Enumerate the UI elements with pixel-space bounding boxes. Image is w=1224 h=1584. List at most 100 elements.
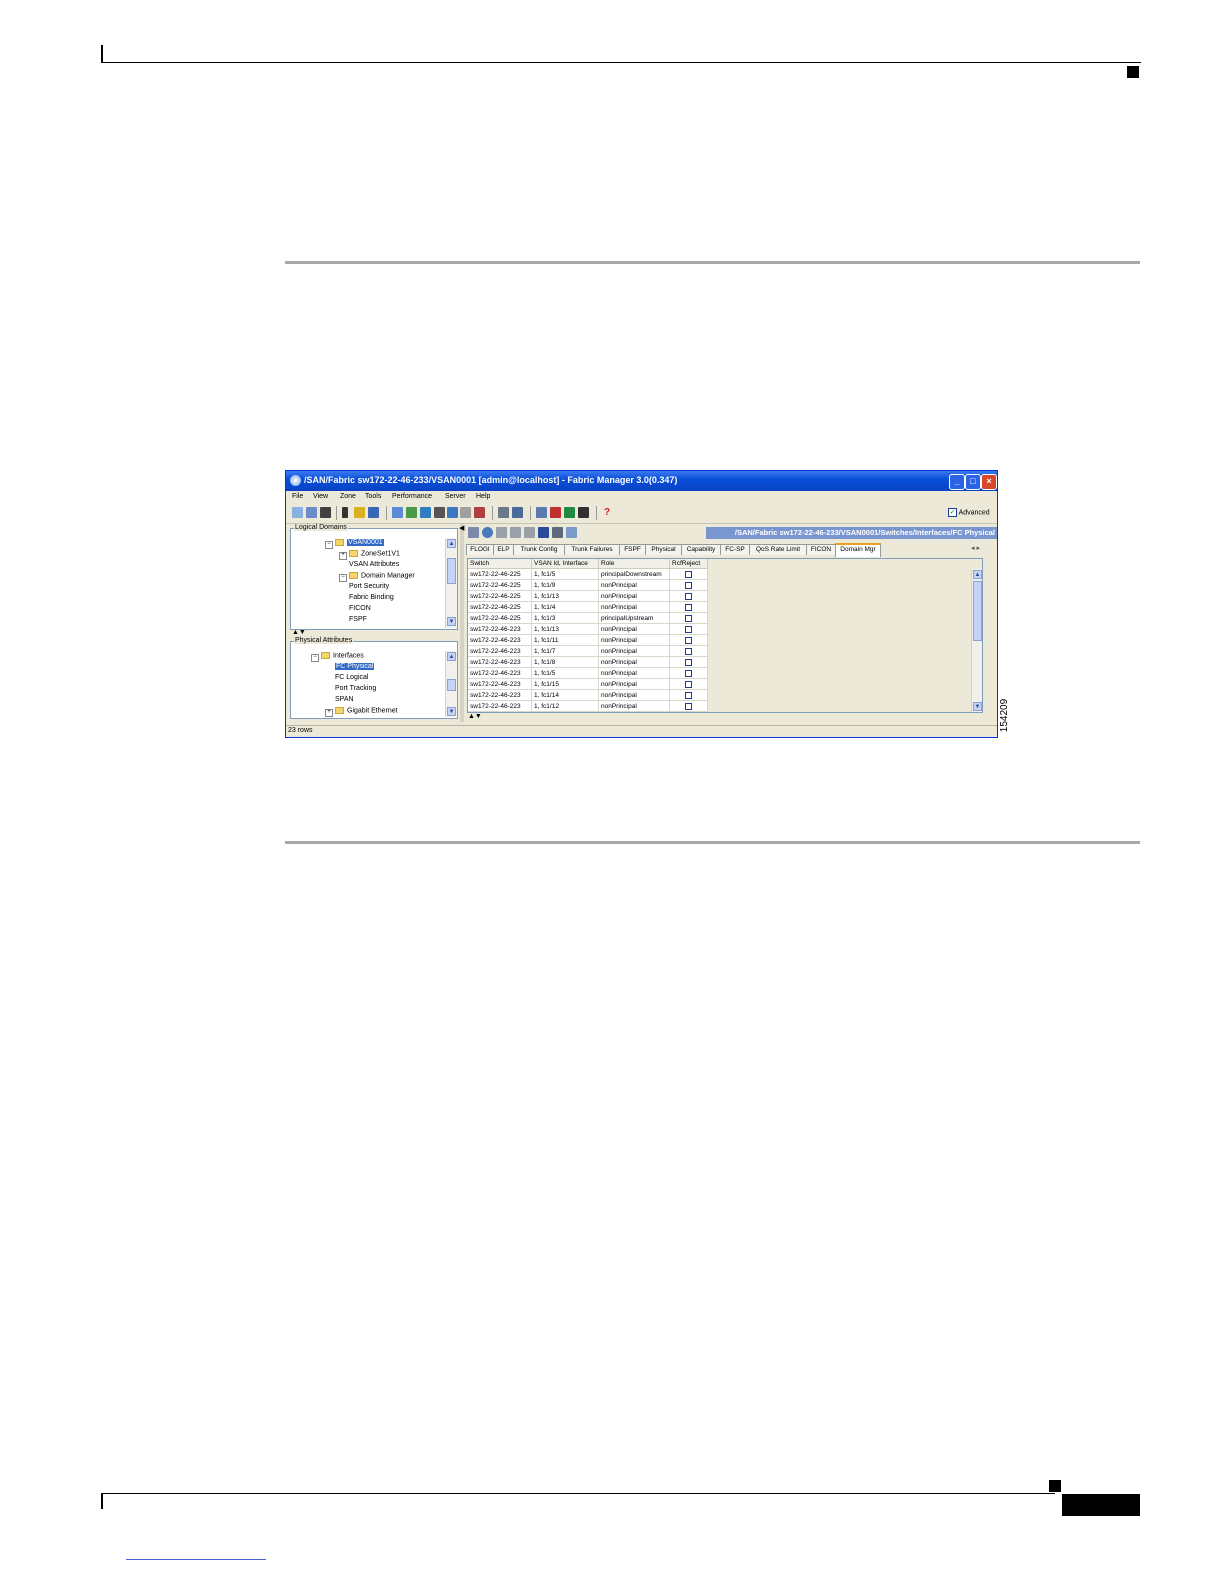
tree-item-vsan0001[interactable]: VSAN0001 — [335, 539, 384, 547]
cell-switch[interactable]: sw172-22-46-225 — [468, 580, 532, 591]
info-icon[interactable] — [434, 507, 445, 518]
table-row[interactable]: sw172-22-46-223 1, fc1/14 nonPrincipal — [468, 690, 708, 701]
scroll-thumb[interactable] — [973, 581, 982, 641]
scroll-down-icon[interactable]: ▼ — [447, 617, 456, 626]
cell-switch[interactable]: sw172-22-46-223 — [468, 635, 532, 646]
rcfreject-checkbox[interactable] — [685, 703, 692, 710]
cell-vsan-interface[interactable]: 1, fc1/11 — [532, 635, 599, 646]
rcfreject-checkbox[interactable] — [685, 582, 692, 589]
scroll-up-icon[interactable]: ▲ — [973, 570, 982, 579]
rcfreject-checkbox[interactable] — [685, 593, 692, 600]
tree-item-vsan-attributes[interactable]: VSAN Attributes — [349, 561, 399, 568]
column-header-rcfreject[interactable]: RcfReject — [670, 559, 708, 569]
cell-switch[interactable]: sw172-22-46-223 — [468, 690, 532, 701]
cell-switch[interactable]: sw172-22-46-223 — [468, 646, 532, 657]
rcfreject-checkbox[interactable] — [685, 659, 692, 666]
tab-trunk-config[interactable]: Trunk Config — [513, 544, 565, 555]
rcfreject-checkbox[interactable] — [685, 615, 692, 622]
chart-icon[interactable] — [460, 507, 471, 518]
tab-fspf[interactable]: FSPF — [619, 544, 646, 555]
cell-switch[interactable]: sw172-22-46-223 — [468, 624, 532, 635]
tab-capability[interactable]: Capability — [681, 544, 721, 555]
table-row[interactable]: sw172-22-46-223 1, fc1/13 nonPrincipal — [468, 624, 708, 635]
discover-icon[interactable] — [306, 507, 317, 518]
column-header-switch[interactable]: Switch — [468, 559, 532, 569]
copy-icon[interactable] — [496, 527, 507, 538]
column-header-role[interactable]: Role — [599, 559, 670, 569]
table-row[interactable]: sw172-22-46-225 1, fc1/4 nonPrincipal — [468, 602, 708, 613]
cell-vsan-interface[interactable]: 1, fc1/15 — [532, 679, 599, 690]
table-row[interactable]: sw172-22-46-223 1, fc1/8 nonPrincipal — [468, 657, 708, 668]
cell-vsan-interface[interactable]: 1, fc1/5 — [532, 569, 599, 580]
tree-item-fc-physical[interactable]: FC Physical — [335, 663, 375, 670]
zone-icon[interactable] — [406, 507, 417, 518]
tree-item-fc-logical[interactable]: FC Logical — [335, 674, 368, 681]
table-row[interactable]: sw172-22-46-223 1, fc1/12 nonPrincipal — [468, 701, 708, 712]
tab-domain-mgr[interactable]: Domain Mgr — [835, 543, 881, 557]
rcfreject-checkbox[interactable] — [685, 648, 692, 655]
menu-performance[interactable]: Performance — [392, 493, 432, 500]
table-row[interactable]: sw172-22-46-225 1, fc1/3 principalUpstream — [468, 613, 708, 624]
tab-trunk-failures[interactable]: Trunk Failures — [564, 544, 620, 555]
collapse-arrow-icon[interactable]: ◀ — [459, 524, 464, 532]
cell-vsan-interface[interactable]: 1, fc1/13 — [532, 591, 599, 602]
tab-elp[interactable]: ELP — [493, 544, 514, 555]
topology-icon[interactable] — [498, 507, 509, 518]
menu-view[interactable]: View — [313, 493, 328, 500]
cell-role[interactable]: principalDownstream — [599, 569, 670, 580]
scroll-down-icon[interactable]: ▼ — [447, 707, 456, 716]
cell-vsan-interface[interactable]: 1, fc1/8 — [532, 657, 599, 668]
panel-splitter[interactable] — [460, 524, 464, 722]
physical-attributes-scrollbar[interactable]: ▲ ▼ — [445, 651, 457, 717]
network-icon[interactable] — [392, 507, 403, 518]
terminal-icon[interactable] — [578, 507, 589, 518]
binoculars-icon[interactable] — [320, 507, 331, 518]
graph-icon[interactable] — [564, 507, 575, 518]
tree-item-domain-manager[interactable]: Domain Manager — [349, 572, 415, 579]
cell-role[interactable]: nonPrincipal — [599, 690, 670, 701]
tree-item-zoneset[interactable]: ZoneSet1V1 — [349, 550, 400, 557]
table-splitter-arrows-icon[interactable]: ▲▼ — [468, 713, 482, 720]
tab-scroll-icon[interactable]: ◂ ▸ — [971, 544, 980, 552]
save-icon[interactable] — [538, 527, 549, 538]
table-row[interactable]: sw172-22-46-223 1, fc1/15 nonPrincipal — [468, 679, 708, 690]
cell-vsan-interface[interactable]: 1, fc1/14 — [532, 690, 599, 701]
splitter-arrows-icon[interactable]: ▲▼ — [292, 629, 306, 636]
footer-link-underline[interactable] — [126, 1559, 266, 1560]
rcfreject-checkbox[interactable] — [685, 681, 692, 688]
cell-role[interactable]: nonPrincipal — [599, 635, 670, 646]
maximize-button[interactable]: □ — [965, 474, 981, 490]
cell-role[interactable]: nonPrincipal — [599, 668, 670, 679]
menu-tools[interactable]: Tools — [365, 493, 381, 500]
logical-domains-scrollbar[interactable]: ▲ ▼ — [445, 538, 457, 628]
tree-item-fabric-binding[interactable]: Fabric Binding — [349, 594, 394, 601]
tab-physical[interactable]: Physical — [645, 544, 682, 555]
cell-role[interactable]: nonPrincipal — [599, 646, 670, 657]
print-icon[interactable] — [552, 527, 563, 538]
help-icon[interactable]: ? — [604, 507, 615, 518]
cell-vsan-interface[interactable]: 1, fc1/7 — [532, 646, 599, 657]
table-row[interactable]: sw172-22-46-223 1, fc1/7 nonPrincipal — [468, 646, 708, 657]
cell-role[interactable]: nonPrincipal — [599, 591, 670, 602]
tree-item-port-security[interactable]: Port Security — [349, 583, 389, 590]
table-row[interactable]: sw172-22-46-225 1, fc1/13 nonPrincipal — [468, 591, 708, 602]
tree-item-port-tracking[interactable]: Port Tracking — [335, 685, 376, 692]
cell-switch[interactable]: sw172-22-46-223 — [468, 668, 532, 679]
rcfreject-checkbox[interactable] — [685, 604, 692, 611]
scroll-up-icon[interactable]: ▲ — [447, 539, 456, 548]
cell-role[interactable]: nonPrincipal — [599, 679, 670, 690]
cell-switch[interactable]: sw172-22-46-225 — [468, 569, 532, 580]
menu-zone[interactable]: Zone — [340, 493, 356, 500]
tree-item-span[interactable]: SPAN — [335, 696, 354, 703]
tools-icon[interactable] — [536, 507, 547, 518]
menu-help[interactable]: Help — [476, 493, 490, 500]
tree-item-ficon[interactable]: FICON — [349, 605, 371, 612]
refresh-icon[interactable] — [420, 507, 431, 518]
tab-ficon[interactable]: FICON — [806, 544, 836, 555]
cell-switch[interactable]: sw172-22-46-225 — [468, 602, 532, 613]
rcfreject-checkbox[interactable] — [685, 670, 692, 677]
open-icon[interactable] — [292, 507, 303, 518]
rcfreject-checkbox[interactable] — [685, 626, 692, 633]
scroll-up-icon[interactable]: ▲ — [447, 652, 456, 661]
table-row[interactable]: sw172-22-46-225 1, fc1/5 principalDownstre… — [468, 569, 708, 580]
